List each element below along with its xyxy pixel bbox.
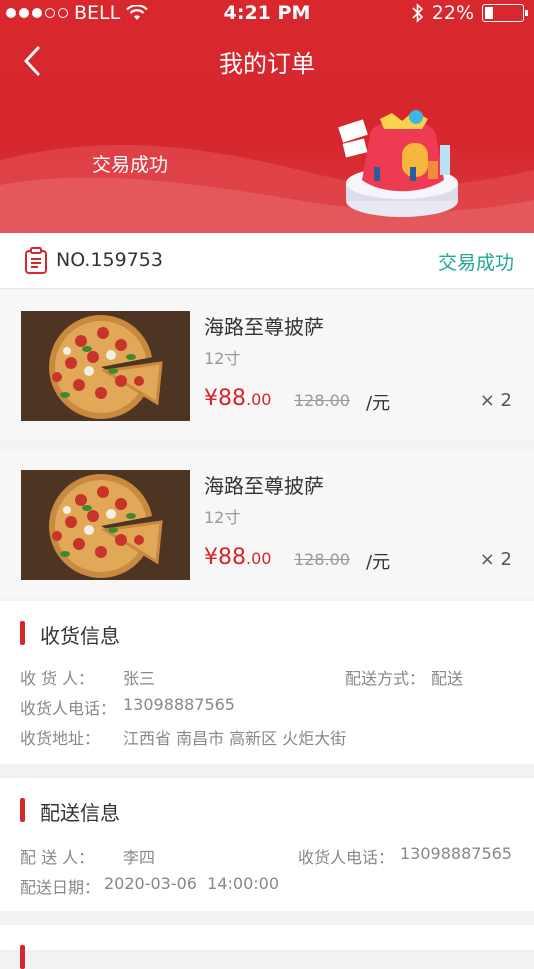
section-marker	[20, 798, 25, 822]
receiving-info-card: 收货信息 收 货 人： 张三 配送方式： 配送 收货人电话： 130988875…	[0, 601, 534, 764]
bluetooth-icon	[412, 3, 423, 23]
order-status: 交易成功	[437, 252, 514, 274]
pizza-image	[21, 470, 190, 580]
page-title: 我的订单	[219, 50, 315, 78]
address-value: 江西省 南昌市 高新区 火炬大街	[123, 729, 347, 748]
item-spec: 12寸	[204, 349, 241, 368]
section-marker	[20, 945, 25, 969]
next-section-card	[0, 925, 534, 969]
delivery-method-label: 配送方式：	[345, 669, 426, 688]
item-unit: /元	[366, 552, 391, 573]
item-spec: 12寸	[204, 508, 241, 527]
receiver-phone-value: 13098887565	[123, 695, 235, 714]
courier-label: 配 送 人：	[20, 848, 95, 867]
delivery-info-card: 配送信息 配 送 人： 李四 收货人电话： 13098887565 配送日期： …	[0, 778, 534, 911]
receiver-label: 收 货 人：	[20, 669, 95, 688]
item-price: ¥88.00	[204, 545, 272, 570]
order-number: NO.159753	[56, 249, 163, 271]
item-original-price: 128.00	[294, 391, 350, 410]
delivery-date-value: 2020-03-06 14:00:00	[104, 874, 280, 893]
courier-value: 李四	[123, 848, 156, 867]
delivery-phone-value: 13098887565	[400, 844, 512, 863]
delivery-method-value: 配送	[431, 669, 464, 688]
item-quantity: × 2	[479, 549, 512, 570]
receiving-info-title: 收货信息	[40, 624, 120, 648]
shopping-bag-illustration	[338, 110, 458, 217]
receiver-phone-label: 收货人电话：	[20, 699, 117, 718]
battery-icon	[482, 4, 528, 22]
delivery-date-label: 配送日期：	[20, 878, 101, 897]
section-marker	[20, 621, 25, 645]
item-name: 海路至尊披萨	[204, 474, 324, 498]
status-bar: BELL 4:21 PM 22%	[0, 0, 534, 28]
pizza-image	[21, 311, 190, 421]
address-label: 收货地址：	[20, 729, 101, 748]
header-banner: BELL 4:21 PM 22% 我的订单 交易成功	[0, 0, 534, 233]
order-item[interactable]: 海路至尊披萨 12寸 ¥88.00 128.00 /元 × 2	[0, 290, 534, 440]
delivery-phone-label: 收货人电话：	[298, 848, 395, 867]
item-original-price: 128.00	[294, 550, 350, 569]
item-name: 海路至尊披萨	[204, 315, 324, 339]
order-header: NO.159753 交易成功	[0, 233, 534, 289]
delivery-info-title: 配送信息	[40, 801, 120, 825]
battery-percent: 22%	[431, 2, 474, 24]
item-price: ¥88.00	[204, 386, 272, 411]
header-status-text: 交易成功	[92, 154, 169, 176]
item-unit: /元	[366, 393, 391, 414]
clipboard-icon	[25, 247, 47, 274]
nav-bar: 我的订单	[0, 38, 534, 82]
item-quantity: × 2	[479, 390, 512, 411]
order-item[interactable]: 海路至尊披萨 12寸 ¥88.00 128.00 /元 × 2	[0, 449, 534, 599]
receiver-value: 张三	[123, 669, 156, 688]
